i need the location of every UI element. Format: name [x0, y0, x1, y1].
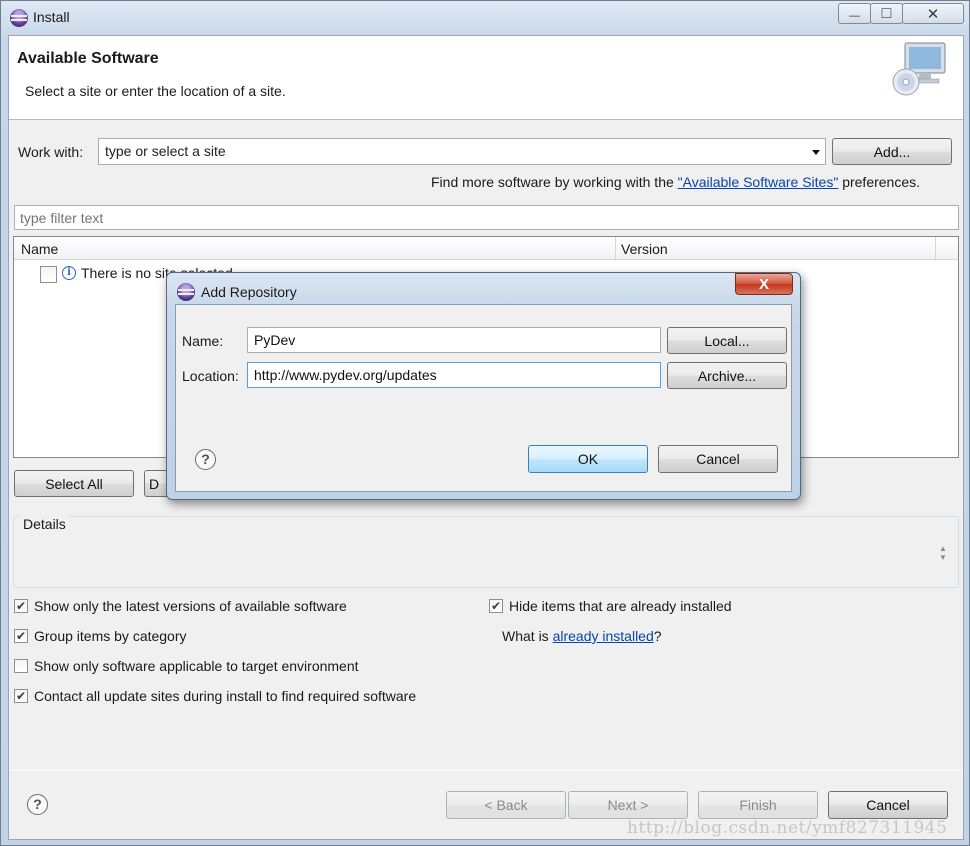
finish-button[interactable]: Finish	[698, 791, 818, 819]
find-more-text: Find more software by working with the "…	[431, 174, 920, 190]
what-is-prefix: What is	[502, 628, 553, 644]
back-button[interactable]: < Back	[446, 791, 566, 819]
close-icon: X	[758, 275, 769, 293]
cancel-button[interactable]: Cancel	[828, 791, 948, 819]
row-checkbox[interactable]	[40, 266, 57, 283]
archive-button[interactable]: Archive...	[667, 362, 787, 389]
group-by-category-checkbox[interactable]: ✔	[14, 629, 28, 643]
window-close-button[interactable]: ✕	[902, 3, 964, 24]
column-divider[interactable]	[615, 237, 616, 260]
work-with-combo[interactable]: type or select a site	[98, 138, 826, 165]
latest-versions-label: Show only the latest versions of availab…	[34, 598, 347, 614]
info-icon: i	[62, 266, 76, 280]
add-repository-dialog: Add Repository X Name: Local... Location…	[166, 272, 801, 500]
dialog-help-icon[interactable]: ?	[195, 449, 216, 470]
name-input[interactable]	[247, 327, 661, 353]
hide-installed-checkbox[interactable]: ✔	[489, 599, 503, 613]
wizard-header: Available Software Select a site or ente…	[9, 36, 963, 120]
table-header: Name Version	[14, 237, 958, 260]
scroll-up-icon[interactable]: ▲	[939, 544, 947, 553]
maximize-icon: □	[881, 4, 892, 22]
already-installed-link[interactable]: already installed	[553, 628, 654, 644]
work-with-combo-value: type or select a site	[105, 143, 226, 159]
available-software-sites-link[interactable]: "Available Software Sites"	[678, 174, 839, 190]
chevron-down-icon[interactable]	[812, 150, 820, 155]
contact-update-sites-checkbox[interactable]: ✔	[14, 689, 28, 703]
details-spinner[interactable]: ▲ ▼	[939, 544, 947, 562]
details-label: Details	[20, 516, 69, 532]
dialog-title: Add Repository	[201, 284, 297, 300]
location-label: Location:	[182, 368, 239, 384]
minimize-button[interactable]: —	[838, 3, 871, 24]
close-icon: ✕	[926, 5, 940, 23]
filter-input[interactable]	[14, 205, 959, 230]
deselect-all-label: D	[149, 475, 160, 492]
column-header-version[interactable]: Version	[621, 241, 668, 257]
maximize-button[interactable]: □	[870, 3, 903, 24]
group-by-category-label: Group items by category	[34, 628, 187, 644]
next-button[interactable]: Next >	[568, 791, 688, 819]
dialog-close-button[interactable]: X	[735, 273, 793, 295]
latest-versions-checkbox[interactable]: ✔	[14, 599, 28, 613]
scroll-down-icon[interactable]: ▼	[939, 553, 947, 562]
name-label: Name:	[182, 333, 224, 349]
column-divider[interactable]	[935, 237, 936, 260]
work-with-label: Work with:	[18, 144, 84, 160]
find-more-suffix: preferences.	[838, 174, 921, 190]
eclipse-app-icon	[177, 283, 195, 301]
help-icon[interactable]: ?	[27, 794, 48, 815]
add-site-button[interactable]: Add...	[832, 138, 952, 165]
minimize-icon: —	[849, 9, 860, 22]
target-environment-checkbox[interactable]	[14, 659, 28, 673]
location-input[interactable]	[247, 362, 661, 388]
page-title: Available Software	[17, 50, 159, 67]
dialog-client-area: Name: Local... Location: Archive... ? OK…	[175, 304, 792, 492]
details-group	[13, 516, 959, 588]
column-header-name[interactable]: Name	[21, 241, 58, 257]
local-button[interactable]: Local...	[667, 327, 787, 354]
target-environment-label: Show only software applicable to target …	[34, 658, 359, 674]
ok-button[interactable]: OK	[528, 445, 648, 473]
what-is-suffix: ?	[653, 628, 662, 644]
dialog-cancel-button[interactable]: Cancel	[658, 445, 778, 473]
software-install-icon	[892, 42, 946, 96]
select-all-button[interactable]: Select All	[14, 470, 134, 497]
window-title: Install	[33, 9, 70, 25]
page-description: Select a site or enter the location of a…	[25, 83, 286, 99]
footer-separator	[9, 770, 963, 771]
watermark: http://blog.csdn.net/ymf827311945	[627, 818, 948, 838]
eclipse-app-icon	[10, 9, 28, 27]
what-is-installed-text: What is already installed?	[502, 628, 662, 644]
find-more-prefix: Find more software by working with the	[431, 174, 678, 190]
contact-update-sites-label: Contact all update sites during install …	[34, 688, 417, 704]
hide-installed-label: Hide items that are already installed	[509, 598, 732, 614]
